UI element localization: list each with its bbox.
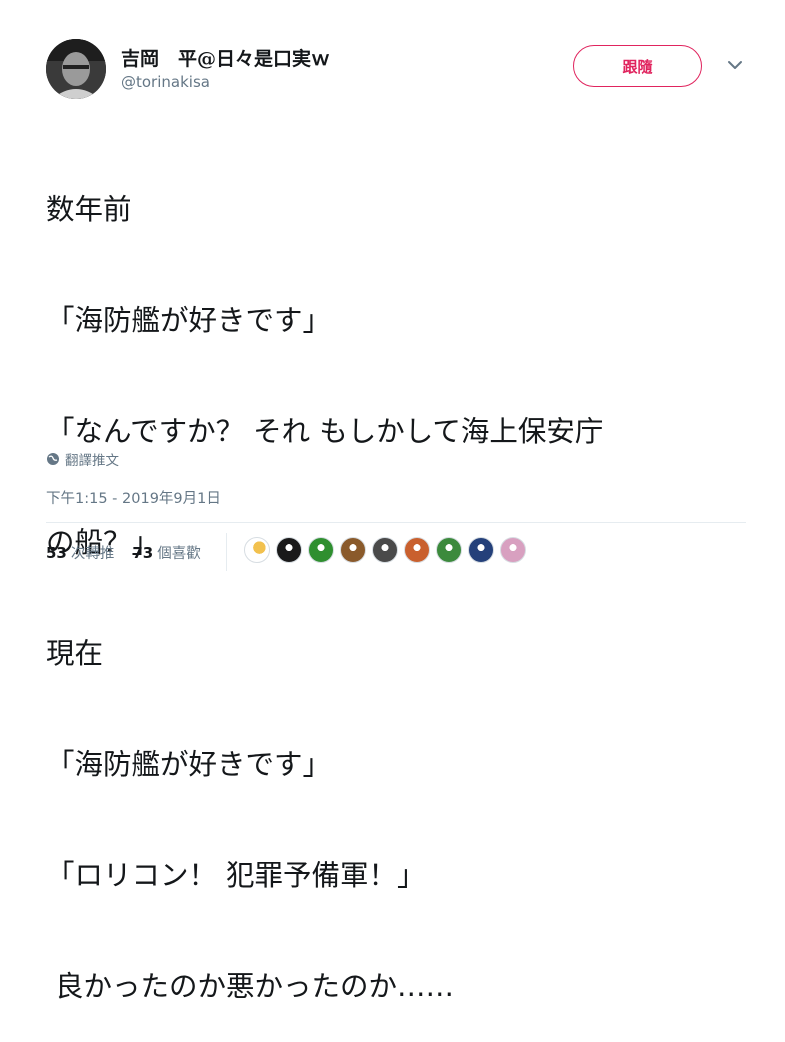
user-handle[interactable]: @torinakisa (121, 73, 210, 91)
liker-avatar-5-icon[interactable] (372, 537, 398, 563)
globe-icon (47, 453, 59, 465)
likes-label: 個喜歡 (157, 546, 201, 562)
avatar[interactable] (46, 39, 106, 99)
follow-button[interactable]: 跟隨 (573, 45, 702, 87)
translate-label: 翻譯推文 (65, 453, 119, 469)
likes-stat[interactable]: 73 個喜歡 (132, 542, 200, 563)
tweet-line: 数年前 (46, 193, 132, 226)
liker-avatar-7-icon[interactable] (436, 537, 462, 563)
liker-avatar-8-icon[interactable] (468, 537, 494, 563)
tweet-line: 「なんですか？ それ もしかして海上保安庁 (46, 415, 604, 448)
tweet-line: 現在 (46, 637, 104, 670)
liker-avatar-2-icon[interactable] (276, 537, 302, 563)
likes-count: 73 (132, 544, 154, 562)
tweet-stats: 53 次轉推 73 個喜歡 (46, 542, 219, 563)
tweet-line: 良かったのか悪かったのか…… (46, 970, 455, 1003)
chevron-down-icon[interactable] (726, 58, 744, 72)
liker-avatar-4-icon[interactable] (340, 537, 366, 563)
translate-tweet-link[interactable]: 翻譯推文 (46, 449, 119, 469)
liker-avatar-9-icon[interactable] (500, 537, 526, 563)
display-name[interactable]: 吉岡 平@日々是口実ｗ (121, 44, 330, 71)
tweet-line: 「海防艦が好きです」 (46, 748, 332, 781)
tweet-line: 「海防艦が好きです」 (46, 304, 332, 337)
tweet-timestamp[interactable]: 下午1:15 - 2019年9月1日 (46, 487, 221, 508)
stats-divider (226, 533, 227, 571)
retweets-stat[interactable]: 53 次轉推 (46, 542, 114, 563)
tweet-text: 数年前 「海防艦が好きです」 「なんですか？ それ もしかして海上保安庁 の船？… (46, 117, 746, 1042)
liker-avatar-1-icon[interactable] (244, 537, 270, 563)
profile-photo-icon (46, 39, 106, 99)
liker-avatar-6-icon[interactable] (404, 537, 430, 563)
retweets-label: 次轉推 (70, 546, 115, 562)
retweets-count: 53 (46, 544, 67, 562)
divider (46, 522, 746, 523)
tweet-line: 「ロリコン！ 犯罪予備軍！」 (46, 859, 426, 892)
liker-avatars (244, 537, 532, 563)
liker-avatar-3-icon[interactable] (308, 537, 334, 563)
